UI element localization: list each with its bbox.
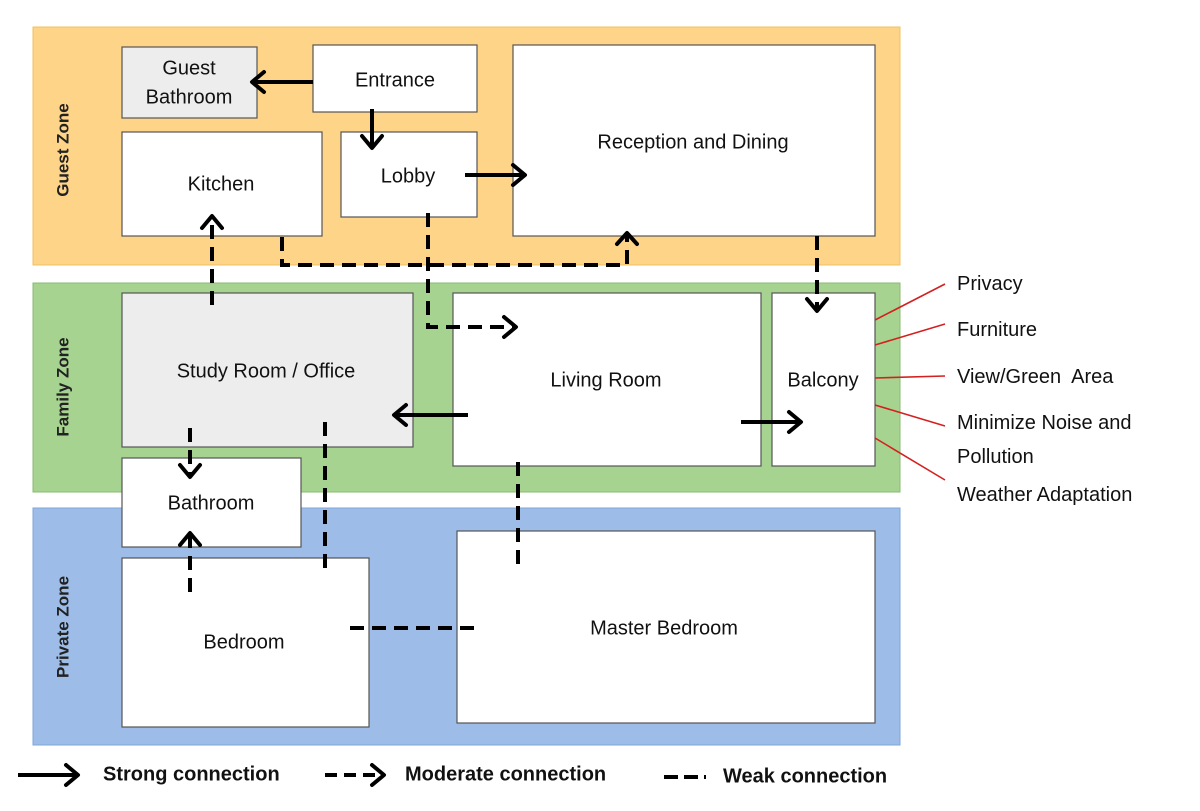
legend-moderate-icon (325, 763, 386, 787)
family-zone-label: Family Zone (53, 337, 72, 436)
factor-view: View/Green Area (957, 366, 1114, 388)
study-label: Study Room / Office (177, 360, 356, 382)
entrance-label: Entrance (355, 69, 435, 91)
kitchen-label: Kitchen (188, 173, 255, 195)
zoning-diagram: Guest Zone Family Zone Private Zone Gues… (18, 26, 1132, 787)
guest-bathroom-label-1: Guest (162, 57, 216, 79)
factor-furniture: Furniture (957, 319, 1037, 341)
factor-noise-1: Minimize Noise and (957, 412, 1132, 434)
guest-bathroom-label-2: Bathroom (146, 86, 233, 108)
factor-noise-2: Pollution (957, 446, 1034, 468)
factor-privacy: Privacy (957, 273, 1023, 295)
legend-strong-icon (18, 763, 80, 787)
factor-weather: Weather Adaptation (957, 484, 1132, 506)
legend-moderate-label: Moderate connection (405, 763, 606, 785)
balcony-label: Balcony (787, 369, 858, 391)
reception-label: Reception and Dining (597, 131, 788, 153)
private-zone-label: Private Zone (53, 576, 72, 678)
master-bedroom-label: Master Bedroom (590, 617, 738, 639)
living-label: Living Room (550, 369, 661, 391)
bedroom-label: Bedroom (203, 631, 284, 653)
lobby-label: Lobby (381, 165, 436, 187)
legend: Strong connection Moderate connection We… (18, 763, 887, 787)
legend-strong-label: Strong connection (103, 763, 280, 785)
legend-weak-label: Weak connection (723, 765, 887, 787)
bathroom-label: Bathroom (168, 492, 255, 514)
guest-zone-label: Guest Zone (53, 103, 72, 197)
